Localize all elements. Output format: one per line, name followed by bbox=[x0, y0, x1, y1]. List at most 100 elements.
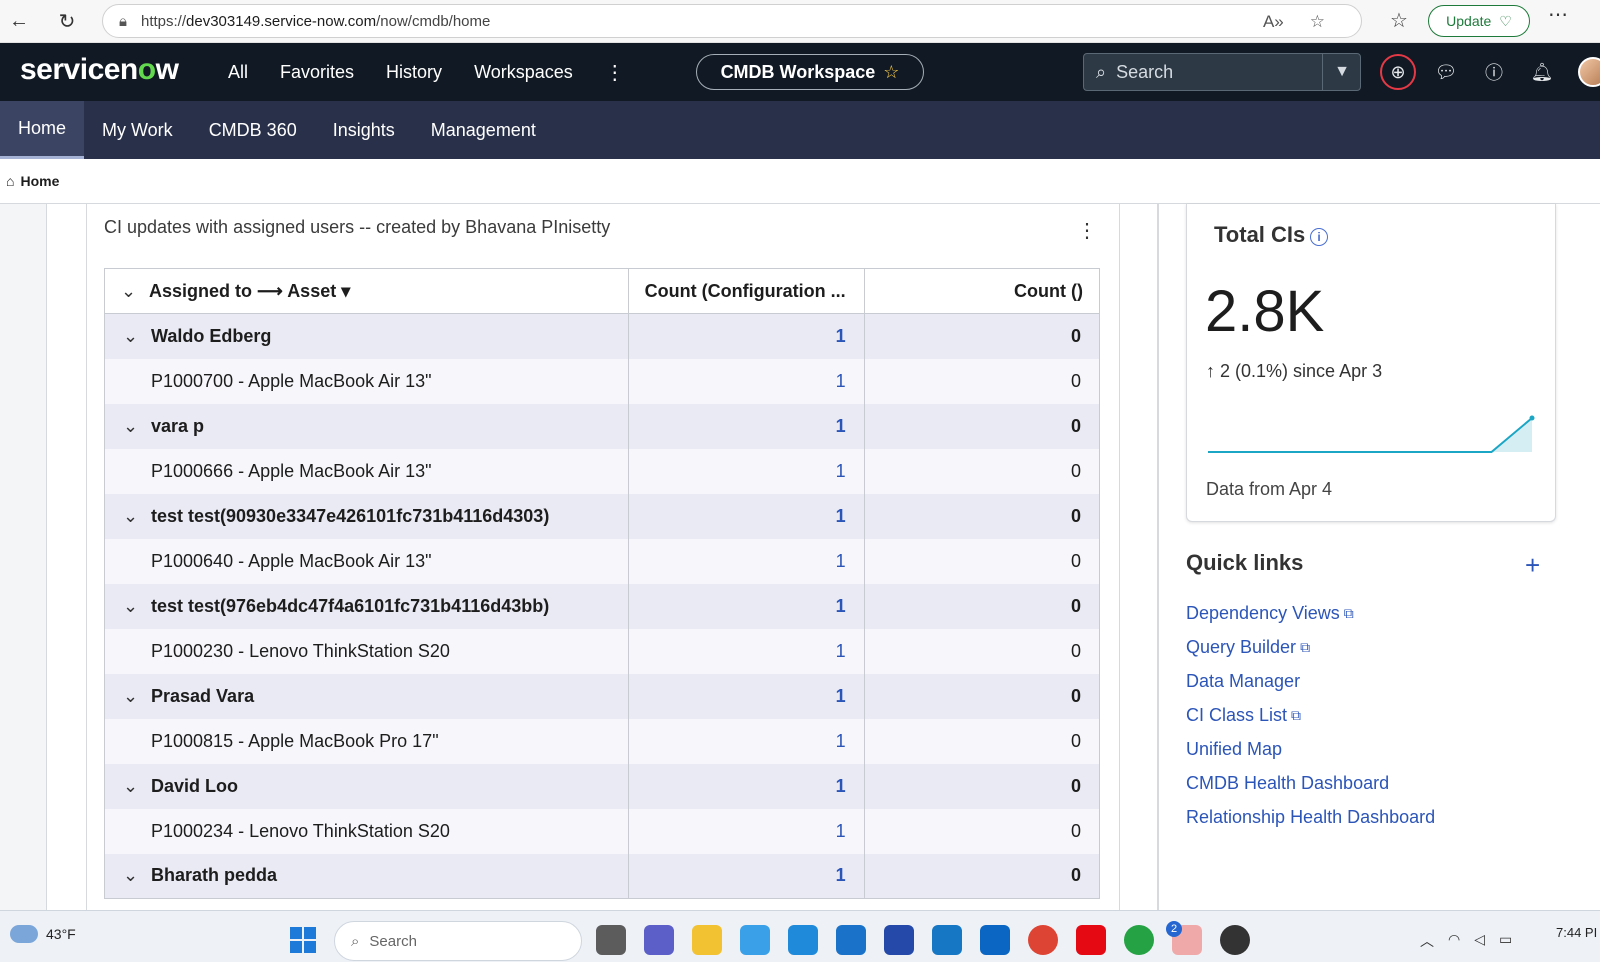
table-row[interactable]: P1000234 - Lenovo ThinkStation S20 1 0 bbox=[104, 808, 1101, 854]
edge-icon[interactable] bbox=[788, 925, 818, 955]
group-row[interactable]: ⌄ Waldo Edberg 1 0 bbox=[104, 313, 1101, 359]
teams-icon[interactable] bbox=[644, 925, 674, 955]
quick-link[interactable]: Relationship Health Dashboard bbox=[1186, 800, 1435, 834]
system-tray[interactable]: ︿ ◠ ◁ ▭ bbox=[1420, 931, 1512, 951]
weather-widget[interactable]: 43°F bbox=[10, 925, 76, 943]
info-icon[interactable]: i bbox=[1310, 228, 1328, 246]
chevron-down-icon[interactable]: ⌄ bbox=[123, 416, 151, 437]
chevron-down-icon[interactable]: ⌄ bbox=[123, 596, 151, 617]
chevron-down-icon[interactable]: ⌄ bbox=[123, 865, 151, 886]
breadcrumb-home[interactable]: Home bbox=[20, 173, 59, 189]
count-link[interactable]: 1 bbox=[628, 763, 865, 809]
chevron-down-icon[interactable]: ⌄ bbox=[123, 506, 151, 527]
nav-all[interactable]: All bbox=[228, 62, 248, 83]
table-row[interactable]: P1000230 - Lenovo ThinkStation S20 1 0 bbox=[104, 628, 1101, 674]
chatgpt-icon[interactable] bbox=[1220, 925, 1250, 955]
tab-my-work[interactable]: My Work bbox=[84, 101, 191, 159]
table-row[interactable]: P1000666 - Apple MacBook Air 13" 1 0 bbox=[104, 448, 1101, 494]
taskbar-search[interactable]: ⌕ Search bbox=[334, 921, 582, 961]
group-row[interactable]: ⌄ vara p10 bbox=[104, 403, 1101, 449]
count-link[interactable]: 1 bbox=[628, 538, 865, 584]
tab-home[interactable]: Home bbox=[0, 101, 85, 159]
app-icon[interactable] bbox=[932, 925, 962, 955]
star-icon[interactable]: ☆ bbox=[883, 62, 899, 83]
chevron-down-icon[interactable]: ⌄ bbox=[123, 776, 151, 797]
favorite-star-icon[interactable]: ☆ bbox=[1310, 12, 1325, 32]
wifi-icon[interactable]: ◠ bbox=[1448, 931, 1460, 951]
search-scope-dropdown[interactable]: ▼ bbox=[1322, 53, 1361, 91]
workspace-pill[interactable]: CMDB Workspace ☆ bbox=[696, 54, 924, 90]
chevron-up-icon[interactable]: ︿ bbox=[1420, 931, 1434, 951]
quick-link[interactable]: CMDB Health Dashboard bbox=[1186, 766, 1435, 800]
app-icon[interactable] bbox=[884, 925, 914, 955]
servicenow-logo[interactable]: servicenow bbox=[20, 53, 179, 87]
tab-cmdb-360[interactable]: CMDB 360 bbox=[191, 101, 315, 159]
globe-icon[interactable]: ⊕ bbox=[1380, 54, 1416, 90]
store-icon[interactable] bbox=[836, 925, 866, 955]
sort-down-icon[interactable]: ▾ bbox=[341, 281, 350, 301]
count-link[interactable]: 1 bbox=[628, 628, 865, 674]
table-row[interactable]: P1000700 - Apple MacBook Air 13" 1 0 bbox=[104, 358, 1101, 404]
quick-link[interactable]: Unified Map bbox=[1186, 732, 1435, 766]
row-label-cell: P1000640 - Apple MacBook Air 13" bbox=[104, 538, 629, 584]
group-row[interactable]: ⌄ Bharath pedda 1 0 bbox=[104, 853, 1101, 899]
report-more-icon[interactable]: ⋮ bbox=[1077, 218, 1097, 243]
bell-icon[interactable]: 🔔︎ bbox=[1524, 54, 1560, 90]
chrome-icon[interactable] bbox=[1028, 925, 1058, 955]
count-link[interactable]: 1 bbox=[628, 313, 865, 359]
windows-start-icon[interactable] bbox=[290, 927, 316, 953]
reload-icon[interactable]: ↻ bbox=[48, 2, 86, 40]
count-link[interactable]: 1 bbox=[628, 493, 865, 539]
count-link[interactable]: 1 bbox=[628, 853, 865, 899]
battery-icon[interactable]: ▭ bbox=[1499, 931, 1512, 951]
group-row[interactable]: ⌄ test test(90930e3347e426101fc731b4116d4… bbox=[104, 493, 1101, 539]
column-header-grouping[interactable]: ⌄ Assigned to ⟶ Asset ▾ bbox=[104, 268, 629, 314]
count-link[interactable]: 1 bbox=[628, 358, 865, 404]
chevron-down-icon[interactable]: ⌄ bbox=[123, 326, 151, 347]
linkedin-icon[interactable] bbox=[980, 925, 1010, 955]
table-row[interactable]: P1000815 - Apple MacBook Pro 17" 1 0 bbox=[104, 718, 1101, 764]
table-row[interactable]: P1000640 - Apple MacBook Air 13" 1 0 bbox=[104, 538, 1101, 584]
count-link[interactable]: 1 bbox=[628, 808, 865, 854]
quick-link[interactable]: CI Class List ⧉ bbox=[1186, 698, 1435, 732]
read-aloud-icon[interactable]: A» bbox=[1263, 12, 1284, 32]
browser-menu-icon[interactable]: ⋯ bbox=[1548, 2, 1568, 27]
avatar[interactable] bbox=[1578, 57, 1600, 87]
quick-link[interactable]: Query Builder ⧉ bbox=[1186, 630, 1435, 664]
update-button[interactable]: Update ♡ bbox=[1428, 5, 1530, 37]
count-link[interactable]: 1 bbox=[628, 583, 865, 629]
netflix-icon[interactable] bbox=[1076, 925, 1106, 955]
column-header-count[interactable]: Count () bbox=[864, 268, 1101, 314]
nav-history[interactable]: History bbox=[386, 62, 442, 83]
nav-favorites[interactable]: Favorites bbox=[280, 62, 354, 83]
quick-link[interactable]: Data Manager bbox=[1186, 664, 1435, 698]
chat-icon[interactable]: 💬︎ bbox=[1428, 54, 1464, 90]
address-bar[interactable]: 🔒︎ https://dev303149.service-now.com/now… bbox=[102, 4, 1362, 38]
chevron-down-icon[interactable]: ⌄ bbox=[121, 281, 149, 302]
favorites-icon[interactable]: ☆ bbox=[1390, 8, 1408, 33]
group-row[interactable]: ⌄ test test(976eb4dc47f4a6101fc731b4116d4… bbox=[104, 583, 1101, 629]
group-row[interactable]: ⌄ Prasad Vara 1 0 bbox=[104, 673, 1101, 719]
copilot-icon[interactable] bbox=[740, 925, 770, 955]
help-icon[interactable]: ⓘ bbox=[1476, 54, 1512, 90]
more-vertical-icon[interactable]: ⋮ bbox=[605, 60, 625, 85]
count-link[interactable]: 1 bbox=[628, 718, 865, 764]
clock[interactable]: 7:44 PI bbox=[1556, 925, 1597, 940]
add-icon[interactable]: + bbox=[1525, 550, 1540, 581]
quick-link[interactable]: Dependency Views ⧉ bbox=[1186, 596, 1435, 630]
tab-insights[interactable]: Insights bbox=[315, 101, 413, 159]
global-search-input[interactable]: ⌕ Search bbox=[1083, 53, 1361, 91]
task-view-icon[interactable] bbox=[596, 925, 626, 955]
count-link[interactable]: 1 bbox=[628, 448, 865, 494]
whatsapp-icon[interactable] bbox=[1124, 925, 1154, 955]
group-row[interactable]: ⌄ David Loo 1 0 bbox=[104, 763, 1101, 809]
back-icon[interactable]: ← bbox=[0, 2, 38, 40]
chevron-down-icon[interactable]: ⌄ bbox=[123, 686, 151, 707]
file-explorer-icon[interactable] bbox=[692, 925, 722, 955]
tab-management[interactable]: Management bbox=[413, 101, 554, 159]
count-link[interactable]: 1 bbox=[628, 673, 865, 719]
count-link[interactable]: 1 bbox=[628, 403, 865, 449]
volume-icon[interactable]: ◁ bbox=[1474, 931, 1485, 951]
column-header-count-ci[interactable]: Count (Configuration ... bbox=[628, 268, 865, 314]
nav-workspaces[interactable]: Workspaces bbox=[474, 62, 573, 83]
